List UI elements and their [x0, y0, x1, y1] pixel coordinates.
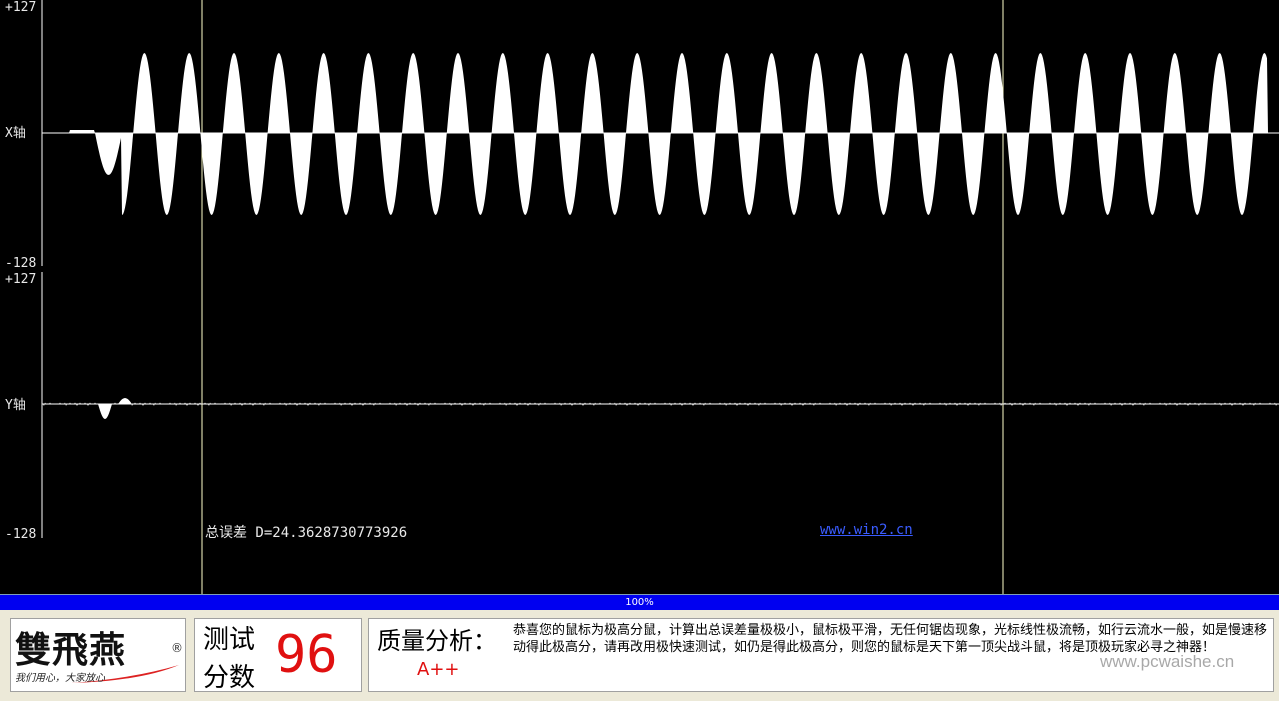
x-axis-max-label: +127 — [5, 0, 37, 15]
y-axis-min-label: -128 — [5, 527, 37, 542]
registered-mark: ® — [171, 641, 183, 655]
progress-label: 100% — [625, 597, 654, 608]
y-axis-max-label: +127 — [5, 272, 37, 287]
website-link[interactable]: www.win2.cn — [820, 522, 913, 538]
x-axis-waveform — [43, 53, 1279, 215]
brand-slogan: 我们用心，大家放心 — [15, 673, 105, 684]
analysis-text: 恭喜您的鼠标为极高分鼠，计算出总误差量极极小，鼠标极平滑，无任何锯齿现象，光标线… — [513, 623, 1268, 655]
x-axis-min-label: -128 — [5, 256, 37, 271]
y-axis-waveform — [43, 398, 1279, 419]
waveform-canvas — [41, 0, 1279, 594]
quality-grade: A++ — [417, 659, 460, 680]
x-axis-name-label: X轴 — [5, 126, 26, 141]
score-panel: 测试 分数 96 — [194, 618, 362, 693]
score-value: 96 — [275, 625, 338, 685]
result-area: 雙飛燕 ® 我们用心，大家放心 测试 分数 96 质量分析： A++ 恭喜您的鼠… — [0, 610, 1279, 701]
analysis-title: 质量分析： — [377, 627, 497, 655]
watermark: www.pcwaishe.cn — [1100, 652, 1235, 671]
waveform-display: +127 X轴 -128 +127 Y轴 -128 总误差 D=24.36287… — [0, 0, 1279, 594]
progress-bar: 100% — [0, 594, 1279, 610]
score-label-test: 测试 — [203, 625, 256, 655]
y-axis-name-label: Y轴 — [5, 398, 26, 413]
score-label-points: 分数 — [203, 663, 256, 693]
total-error-readout: 总误差 D=24.3628730773926 — [205, 525, 408, 541]
brand-logo-panel: 雙飛燕 ® 我们用心，大家放心 — [10, 618, 186, 692]
